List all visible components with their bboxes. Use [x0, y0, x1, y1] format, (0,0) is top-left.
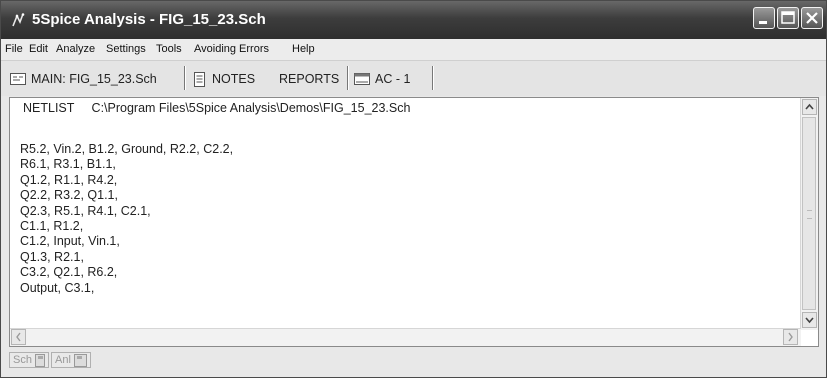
netlist-line: C1.2, Input, Vin.1, — [20, 234, 120, 249]
menu-avoiding-errors[interactable]: Avoiding Errors — [194, 43, 269, 55]
netlist-line: R5.2, Vin.2, B1.2, Ground, R2.2, C2.2, — [20, 142, 234, 156]
tab-main[interactable]: MAIN: FIG_15_23.Sch — [10, 69, 157, 89]
netlist-file-path: C:\Program Files\5Spice Analysis\Demos\F… — [91, 101, 411, 115]
netlist-line: C3.2, Q2.1, R6.2, — [20, 265, 118, 280]
tab-ac1-label: AC - 1 — [375, 72, 411, 86]
netlist-line: Output, C3.1, — [20, 280, 95, 295]
maximize-button[interactable] — [777, 7, 799, 29]
tab-main-label: MAIN: FIG_15_23.Sch — [31, 72, 157, 86]
scroll-right-button[interactable] — [783, 329, 798, 345]
app-window: 5Spice Analysis - FIG_15_23.Sch File Edi… — [0, 0, 827, 378]
vertical-scrollbar[interactable] — [800, 98, 818, 330]
tab-notes[interactable]: NOTES — [194, 69, 255, 89]
menu-settings[interactable]: Settings — [106, 43, 146, 55]
app-logo-icon — [12, 13, 25, 27]
report-text-area[interactable]: NETLIST C:\Program Files\5Spice Analysis… — [9, 97, 819, 347]
close-button[interactable] — [801, 7, 823, 29]
netlist-line: Q1.2, R1.1, R4.2, — [20, 172, 118, 187]
horizontal-scrollbar[interactable] — [10, 328, 801, 346]
netlist-lines: R5.2, Vin.2, B1.2, Ground, R2.2, C2.2, R… — [20, 142, 233, 296]
menu-bar: File Edit Analyze Settings Tools Avoidin… — [1, 39, 826, 60]
tab-separator-highlight — [185, 66, 186, 90]
netlist-label: NETLIST — [23, 101, 75, 115]
status-sch[interactable]: Sch — [9, 352, 49, 368]
tab-separator-highlight — [433, 66, 434, 90]
tab-notes-label: NOTES — [212, 72, 256, 86]
netlist-line: C1.1, R1.2, — [20, 218, 84, 233]
status-anl-label: Anl — [55, 354, 71, 366]
title-bar[interactable]: 5Spice Analysis - FIG_15_23.Sch — [1, 1, 826, 39]
notes-icon — [194, 71, 205, 87]
scroll-left-button[interactable] — [11, 329, 26, 345]
menu-analyze[interactable]: Analyze — [56, 43, 95, 55]
status-bar: Sch Anl — [9, 349, 826, 369]
minimize-button[interactable] — [753, 7, 775, 29]
minimize-icon — [759, 21, 767, 24]
chevron-down-icon — [805, 317, 814, 324]
tab-reports-label: REPORTS — [279, 72, 340, 86]
chevron-up-icon — [805, 103, 814, 110]
tab-reports[interactable]: REPORTS — [279, 69, 339, 89]
chevron-right-icon — [788, 332, 793, 342]
netlist-line: R6.1, R3.1, B1.1, — [20, 157, 116, 172]
vertical-scroll-thumb[interactable] — [802, 117, 816, 310]
netlist-header: NETLIST C:\Program Files\5Spice Analysis… — [23, 101, 410, 115]
close-icon — [806, 12, 818, 24]
netlist-line: Q1.3, R2.1, — [20, 249, 84, 264]
menu-tools[interactable]: Tools — [156, 43, 182, 55]
tab-ac1[interactable]: AC - 1 — [354, 69, 410, 89]
menu-help[interactable]: Help — [292, 43, 315, 55]
tab-separator-highlight — [348, 66, 349, 90]
schematic-icon — [10, 73, 26, 85]
window-title: 5Spice Analysis - FIG_15_23.Sch — [32, 11, 266, 28]
plot-icon — [354, 73, 370, 85]
menu-file[interactable]: File — [5, 43, 23, 55]
scroll-down-button[interactable] — [802, 312, 817, 328]
save-disk-icon — [34, 353, 45, 367]
netlist-line: Q2.2, R3.2, Q1.1, — [20, 188, 118, 203]
status-anl[interactable]: Anl — [51, 352, 91, 368]
status-sch-label: Sch — [13, 354, 32, 366]
scroll-grip-icon — [807, 210, 812, 219]
chevron-left-icon — [16, 332, 21, 342]
maximize-icon — [781, 11, 795, 24]
save-disk-icon — [73, 353, 87, 367]
netlist-line: Q2.3, R5.1, R4.1, C2.1, — [20, 203, 151, 218]
tab-bar: MAIN: FIG_15_23.Sch NOTES REPORTS AC - 1 — [1, 60, 826, 96]
menu-edit[interactable]: Edit — [29, 43, 48, 55]
scroll-up-button[interactable] — [802, 99, 817, 115]
